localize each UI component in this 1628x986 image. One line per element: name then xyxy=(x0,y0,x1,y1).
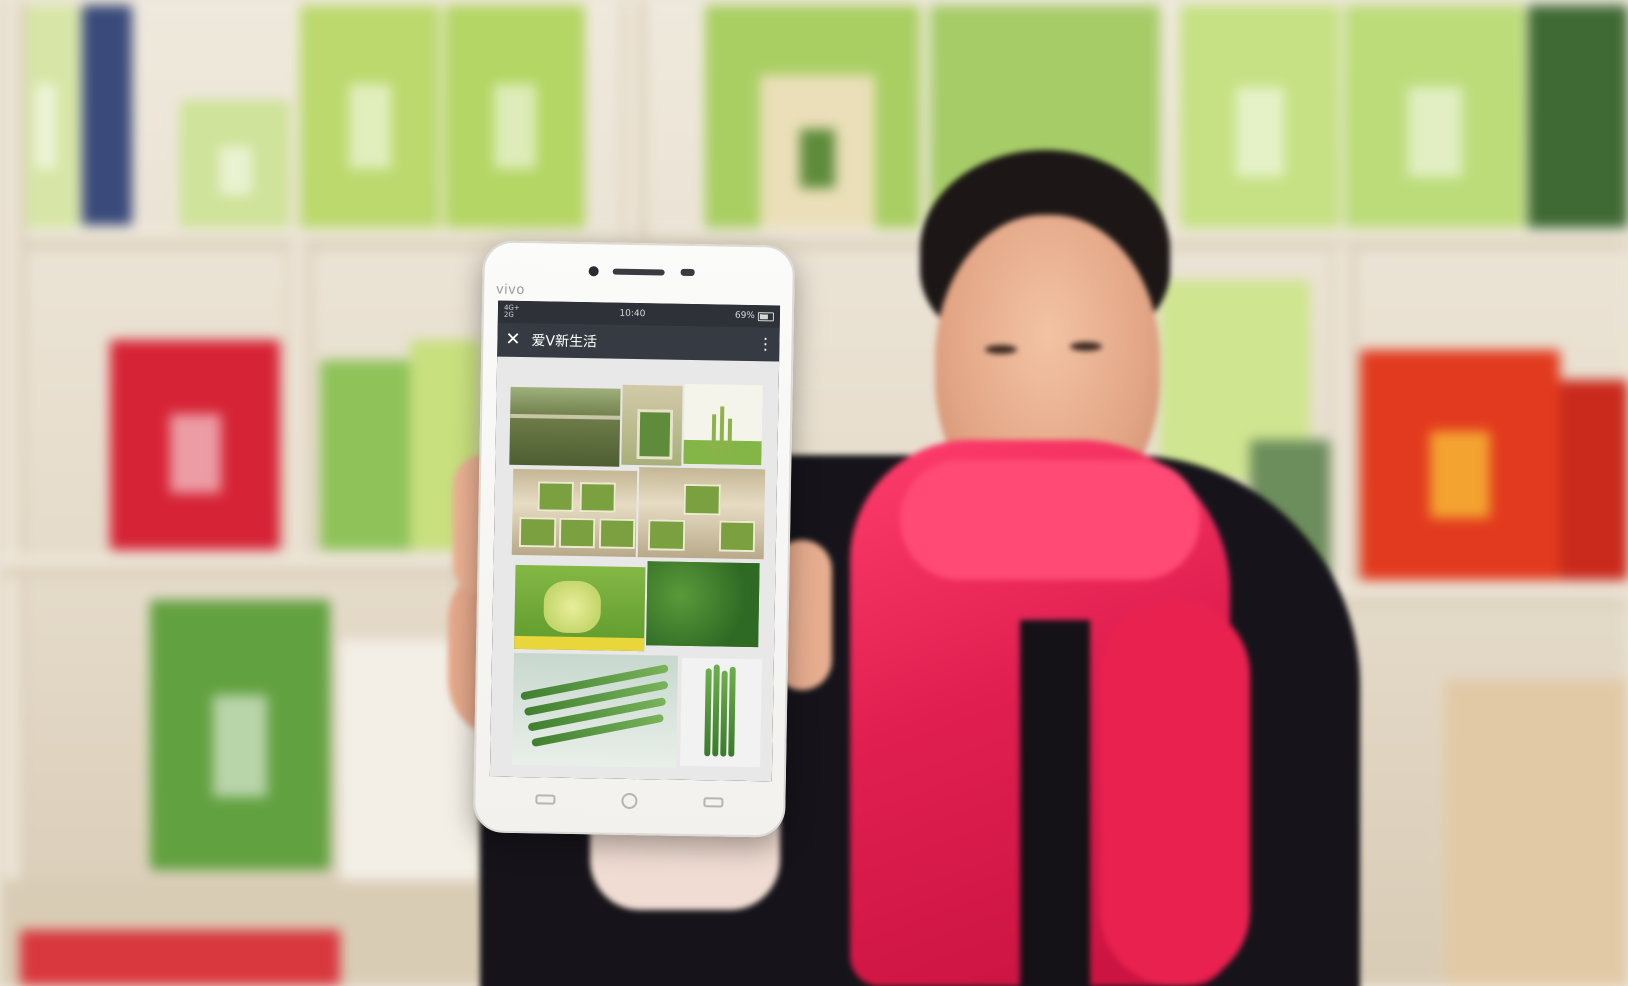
person xyxy=(0,0,1628,986)
right-eye xyxy=(1070,342,1102,351)
navigation-keys xyxy=(473,792,785,811)
network-bottom-label: 2G xyxy=(503,310,514,319)
gallery-image-asparagus-bundle[interactable] xyxy=(512,652,678,768)
coat-opening xyxy=(1020,620,1090,986)
status-time: 10:40 xyxy=(619,308,646,320)
gallery-image-fresh-greens[interactable] xyxy=(646,561,760,648)
more-vertical-icon[interactable]: ⋮ xyxy=(757,334,773,353)
close-icon[interactable]: ✕ xyxy=(505,329,531,350)
phone-brand-logo: vivo xyxy=(496,280,526,298)
product-gallery xyxy=(489,356,780,782)
back-key-icon[interactable] xyxy=(703,797,724,808)
gallery-image-product-shelf-display[interactable] xyxy=(511,468,638,558)
gallery-image-tea-package[interactable] xyxy=(621,384,683,466)
home-key-icon[interactable] xyxy=(621,792,638,810)
scarf-tail xyxy=(1100,600,1250,986)
gallery-image-product-poster[interactable] xyxy=(514,564,646,652)
battery-icon xyxy=(757,311,774,321)
battery-indicator: 69% xyxy=(735,311,774,322)
earpiece-speaker xyxy=(612,268,665,276)
gallery-image-product-boxes[interactable] xyxy=(637,467,766,560)
scarf-fold xyxy=(900,460,1200,580)
network-indicator: 4G+ 2G xyxy=(503,304,530,319)
gallery-image-asparagus-tea-package[interactable] xyxy=(683,383,763,466)
smartphone: vivo 4G+ 2G 10:40 69% ✕ 爱V新生活 ⋮ xyxy=(472,240,796,838)
gallery-image-asparagus-field[interactable] xyxy=(509,386,621,467)
app-title: 爱V新生活 xyxy=(531,333,598,351)
front-camera xyxy=(588,266,599,277)
photo-scene: vivo 4G+ 2G 10:40 69% ✕ 爱V新生活 ⋮ xyxy=(0,0,1628,986)
left-eye xyxy=(985,345,1017,354)
proximity-sensor xyxy=(680,268,695,277)
app-title-bar: ✕ 爱V新生活 ⋮ xyxy=(497,322,780,362)
phone-screen: 4G+ 2G 10:40 69% ✕ 爱V新生活 ⋮ xyxy=(489,300,781,782)
gallery-image-asparagus-stalks[interactable] xyxy=(680,657,762,768)
menu-key-icon[interactable] xyxy=(535,794,556,805)
battery-percent: 69% xyxy=(734,310,755,322)
